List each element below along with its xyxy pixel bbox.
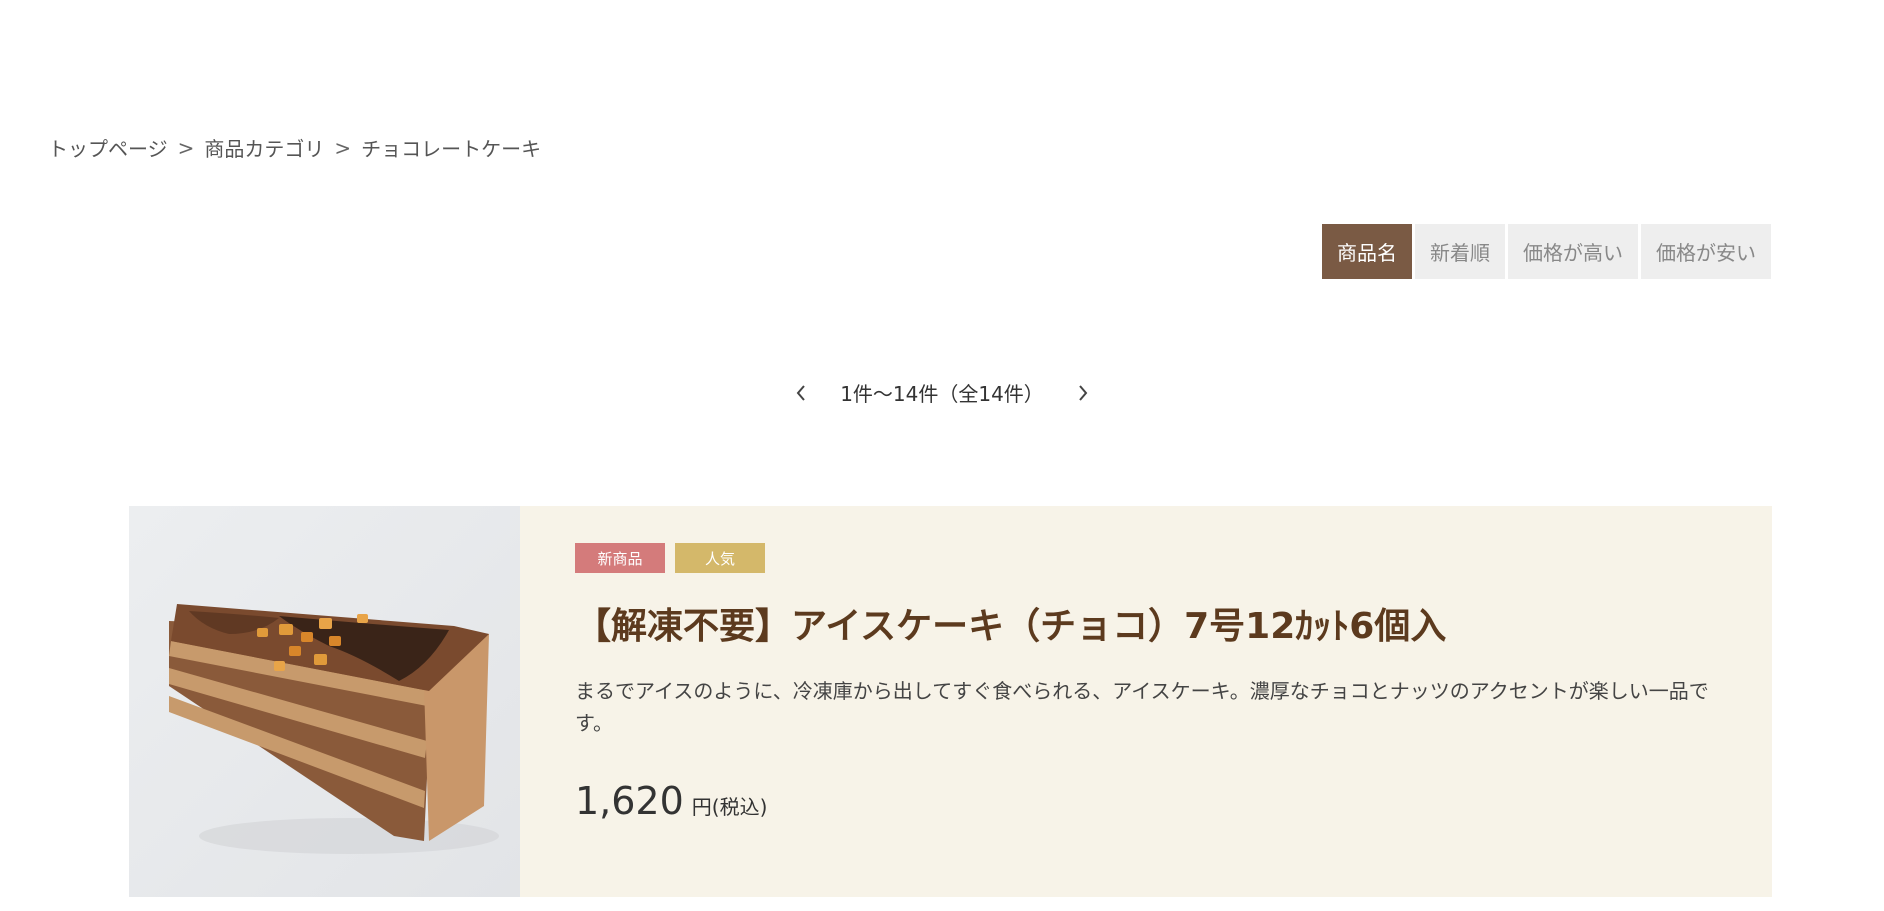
breadcrumb-top[interactable]: トップページ (48, 133, 168, 162)
sort-by-name-button[interactable]: 商品名 (1322, 224, 1412, 279)
sort-by-price-high-button[interactable]: 価格が高い (1508, 224, 1638, 279)
badge-list: 新商品 人気 (575, 543, 1725, 573)
breadcrumb-separator: > (177, 135, 195, 160)
sort-bar: 商品名 新着順 価格が高い 価格が安い (1322, 224, 1771, 279)
product-card[interactable]: 新商品 人気 【解凍不要】アイスケーキ（チョコ）7号12ｶｯﾄ6個入 まるでアイ… (129, 506, 1772, 897)
product-image[interactable] (129, 506, 520, 897)
breadcrumb-category[interactable]: 商品カテゴリ (204, 133, 324, 162)
product-info: 新商品 人気 【解凍不要】アイスケーキ（チョコ）7号12ｶｯﾄ6個入 まるでアイ… (520, 506, 1780, 897)
sort-by-price-low-button[interactable]: 価格が安い (1641, 224, 1771, 279)
badge-popular: 人気 (675, 543, 765, 573)
sort-by-newest-button[interactable]: 新着順 (1415, 224, 1505, 279)
product-price: 1,620 円(税込) (575, 779, 1725, 823)
product-description: まるでアイスのように、冷凍庫から出してすぐ食べられる、アイスケーキ。濃厚なチョコ… (575, 679, 1709, 735)
pagination-summary: 1件〜14件（全14件） (840, 382, 1044, 406)
cake-slice-illustration (129, 506, 520, 897)
breadcrumb-current: チョコレートケーキ (361, 137, 542, 161)
chevron-right-icon[interactable] (1070, 380, 1096, 406)
breadcrumb-separator: > (334, 135, 352, 160)
chevron-left-icon[interactable] (788, 380, 814, 406)
breadcrumb: トップページ > 商品カテゴリ > チョコレートケーキ (48, 133, 541, 162)
price-unit: 円(税込) (691, 795, 768, 819)
price-value: 1,620 (575, 779, 684, 823)
page: トップページ > 商品カテゴリ > チョコレートケーキ 商品名 新着順 価格が高… (0, 0, 1884, 911)
pagination: 1件〜14件（全14件） (0, 378, 1884, 407)
badge-new: 新商品 (575, 543, 665, 573)
product-title[interactable]: 【解凍不要】アイスケーキ（チョコ）7号12ｶｯﾄ6個入 (575, 597, 1725, 649)
